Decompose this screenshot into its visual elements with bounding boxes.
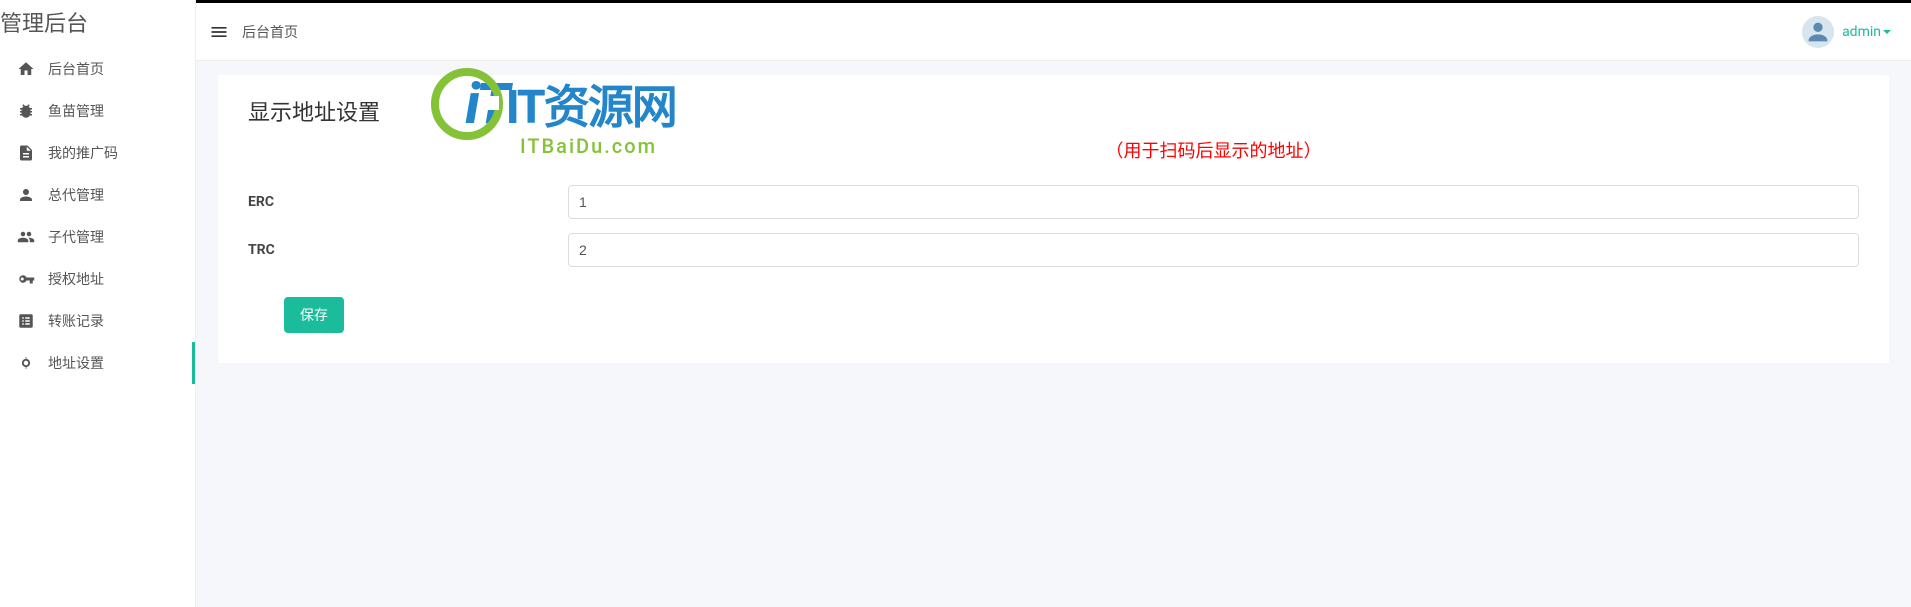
sidebar-item-label: 总代管理 (48, 185, 104, 205)
file-icon (16, 143, 36, 163)
sidebar-item-home[interactable]: 后台首页 (0, 48, 195, 90)
user-dropdown[interactable]: admin (1842, 24, 1891, 40)
bug-icon (16, 101, 36, 121)
sidebar-item-label: 转账记录 (48, 311, 104, 331)
sidebar-item-fry[interactable]: 鱼苗管理 (0, 90, 195, 132)
panel-address-settings: 显示地址设置 （用于扫码后显示的地址） ERC TRC 保存 (218, 75, 1889, 363)
sidebar-item-auth-addr[interactable]: 授权地址 (0, 258, 195, 300)
form-row-trc: TRC (248, 233, 1859, 267)
sidebar-menu: 后台首页 鱼苗管理 我的推广码 总代管理 子代管理 (0, 48, 195, 384)
erc-label: ERC (248, 194, 568, 210)
group-icon (16, 227, 36, 247)
sidebar-item-label: 后台首页 (48, 59, 104, 79)
sidebar-item-label: 地址设置 (48, 353, 104, 373)
settings-network-icon (16, 353, 36, 373)
list-icon (16, 311, 36, 331)
sidebar-title: 管理后台 (0, 0, 195, 48)
panel-title: 显示地址设置 (248, 95, 380, 127)
trc-label: TRC (248, 242, 568, 258)
person-icon (16, 185, 36, 205)
sidebar-item-label: 授权地址 (48, 269, 104, 289)
trc-input[interactable] (568, 233, 1859, 267)
sidebar-item-sub-agent[interactable]: 子代管理 (0, 216, 195, 258)
sidebar-item-label: 鱼苗管理 (48, 101, 104, 121)
form-row-erc: ERC (248, 185, 1859, 219)
sidebar-item-label: 子代管理 (48, 227, 104, 247)
sidebar: 管理后台 后台首页 鱼苗管理 我的推广码 总代管理 (0, 0, 196, 607)
header-left: 后台首页 (208, 21, 298, 43)
save-button[interactable]: 保存 (284, 297, 344, 333)
main: 后台首页 admin 显示地址设置 （用于扫码后显示的地址） ERC TRC (196, 0, 1911, 607)
key-icon (16, 269, 36, 289)
menu-toggle-icon[interactable] (208, 21, 230, 43)
user-name: admin (1842, 24, 1881, 40)
panel-hint: （用于扫码后显示的地址） (248, 137, 1859, 163)
avatar (1802, 16, 1834, 48)
header: 后台首页 admin (196, 3, 1911, 61)
sidebar-item-label: 我的推广码 (48, 143, 118, 163)
breadcrumb[interactable]: 后台首页 (242, 22, 298, 42)
sidebar-item-promo[interactable]: 我的推广码 (0, 132, 195, 174)
home-icon (16, 59, 36, 79)
sidebar-item-general-agent[interactable]: 总代管理 (0, 174, 195, 216)
caret-down-icon (1883, 30, 1891, 34)
form-actions: 保存 (248, 297, 1859, 333)
sidebar-item-addr-settings[interactable]: 地址设置 (0, 342, 195, 384)
header-right: admin (1802, 16, 1891, 48)
sidebar-item-transfer[interactable]: 转账记录 (0, 300, 195, 342)
content: 显示地址设置 （用于扫码后显示的地址） ERC TRC 保存 (196, 61, 1911, 607)
erc-input[interactable] (568, 185, 1859, 219)
